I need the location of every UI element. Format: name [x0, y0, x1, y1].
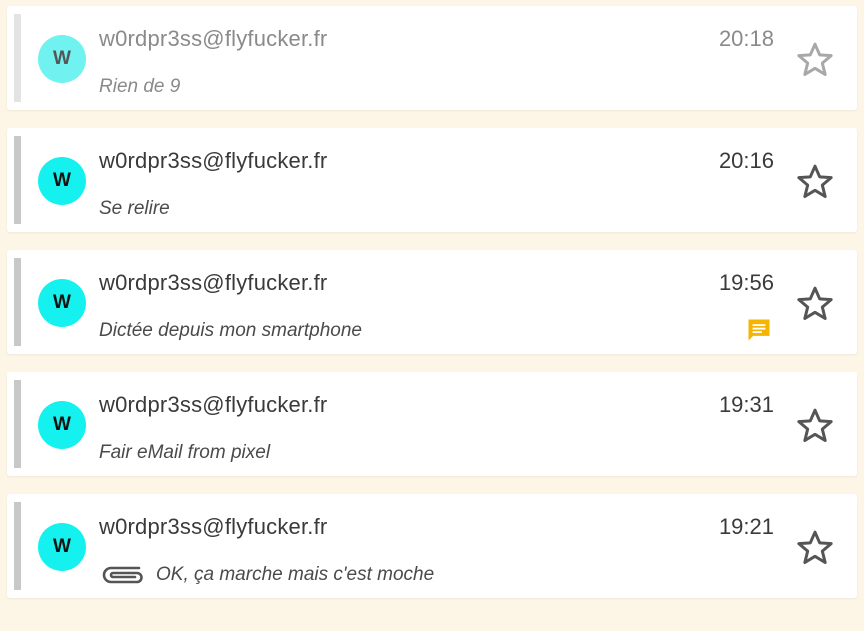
star-icon[interactable] — [795, 162, 835, 202]
message-item[interactable]: W w0rdpr3ss@flyfucker.fr 19:31 Fair eMai… — [7, 372, 857, 476]
star-icon[interactable] — [795, 284, 835, 324]
message-subject: Se relire — [99, 198, 170, 219]
sender-address: w0rdpr3ss@flyfucker.fr — [99, 392, 328, 417]
message-subject: Fair eMail from pixel — [99, 442, 271, 463]
message-item[interactable]: W w0rdpr3ss@flyfucker.fr 19:56 Dictée de… — [7, 250, 857, 354]
star-icon[interactable] — [795, 528, 835, 568]
message-time: 19:21 — [718, 514, 774, 539]
message-item[interactable]: W w0rdpr3ss@flyfucker.fr 20:18 Rien de 9 — [7, 6, 857, 110]
sender-address: w0rdpr3ss@flyfucker.fr — [99, 514, 328, 539]
attachment-icon — [102, 566, 143, 584]
chat-icon — [748, 319, 770, 341]
message-subject: OK, ça marche mais c'est moche — [156, 564, 435, 585]
message-subject: Dictée depuis mon smartphone — [99, 320, 362, 341]
unread-indicator — [14, 380, 21, 468]
avatar[interactable]: W — [38, 523, 86, 571]
unread-indicator — [14, 502, 21, 590]
sender-address: w0rdpr3ss@flyfucker.fr — [99, 148, 328, 173]
unread-indicator — [14, 14, 21, 102]
unread-indicator — [14, 258, 21, 346]
star-icon[interactable] — [795, 40, 835, 80]
message-time: 20:18 — [718, 26, 774, 51]
message-item[interactable]: W w0rdpr3ss@flyfucker.fr 20:16 Se relire — [7, 128, 857, 232]
message-time: 19:31 — [718, 392, 774, 417]
avatar[interactable]: W — [38, 279, 86, 327]
sender-address: w0rdpr3ss@flyfucker.fr — [99, 270, 328, 295]
message-time: 19:56 — [718, 270, 774, 295]
avatar[interactable]: W — [38, 401, 86, 449]
avatar[interactable]: W — [38, 35, 86, 83]
sender-address: w0rdpr3ss@flyfucker.fr — [99, 26, 328, 51]
avatar[interactable]: W — [38, 157, 86, 205]
star-icon[interactable] — [795, 406, 835, 446]
message-time: 20:16 — [718, 148, 774, 173]
message-item[interactable]: W w0rdpr3ss@flyfucker.fr 19:21 OK, ça ma… — [7, 494, 857, 598]
unread-indicator — [14, 136, 21, 224]
message-subject: Rien de 9 — [99, 76, 181, 97]
